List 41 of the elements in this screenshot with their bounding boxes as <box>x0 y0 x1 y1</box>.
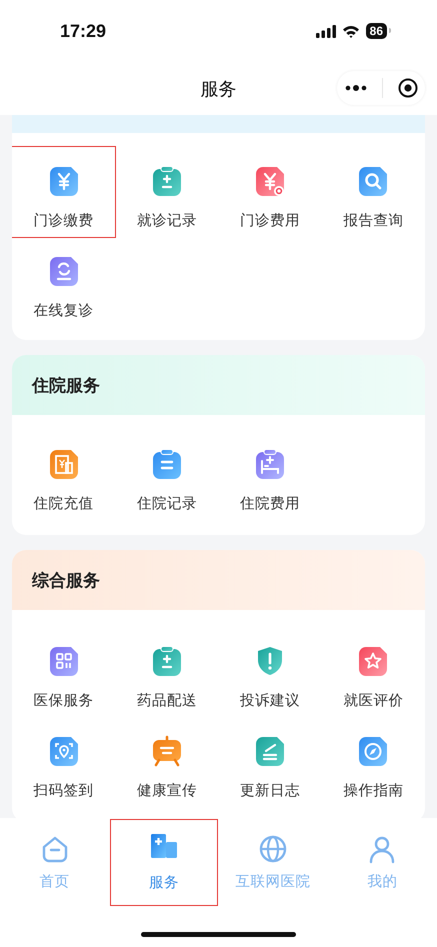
board-icon <box>150 735 183 767</box>
star-icon <box>357 645 390 677</box>
service-item[interactable]: 住院充值 <box>12 430 116 520</box>
location-scan-icon <box>48 735 80 767</box>
section-title: 综合服务 <box>32 570 100 592</box>
wifi-icon <box>342 24 360 38</box>
more-icon[interactable] <box>344 85 366 91</box>
service-item[interactable]: 就医评价 <box>322 627 425 717</box>
service-item[interactable]: 在线复诊 <box>12 237 116 327</box>
receipt-icon <box>48 448 80 480</box>
building-icon <box>148 831 179 861</box>
bed-icon <box>254 448 286 480</box>
service-item[interactable]: 药品配送 <box>115 627 218 717</box>
service-item[interactable]: 住院记录 <box>115 430 218 520</box>
compass-icon <box>357 735 390 767</box>
service-item[interactable]: 扫码签到 <box>12 717 116 807</box>
search-icon <box>357 165 390 197</box>
clipboard-icon <box>150 165 183 197</box>
document-icon <box>254 735 286 767</box>
globe-icon <box>258 834 288 864</box>
grid-icon <box>48 645 80 677</box>
close-icon[interactable] <box>398 78 418 98</box>
service-item[interactable]: 门诊费用 <box>218 147 322 237</box>
service-item[interactable]: 健康宣传 <box>115 717 218 807</box>
status-time: 17:29 <box>60 20 106 42</box>
service-item[interactable]: 就诊记录 <box>115 147 218 237</box>
service-item[interactable]: 医保服务 <box>12 627 116 717</box>
service-item[interactable]: 住院费用 <box>218 430 322 520</box>
section-title: 住院服务 <box>32 374 100 396</box>
refresh-icon <box>48 255 80 287</box>
clipboard-icon <box>150 448 183 480</box>
yen-icon <box>48 165 80 197</box>
service-item[interactable]: 门诊缴费 <box>12 147 116 237</box>
service-item[interactable]: 报告查询 <box>322 147 425 237</box>
yen-search-icon <box>254 165 286 197</box>
page-title: 服务 <box>200 78 236 100</box>
service-item[interactable]: 更新日志 <box>218 717 322 807</box>
signal-icon <box>316 24 336 38</box>
service-item[interactable]: 投诉建议 <box>218 627 322 717</box>
clipboard-icon <box>150 645 183 677</box>
service-item[interactable]: 操作指南 <box>322 717 425 807</box>
